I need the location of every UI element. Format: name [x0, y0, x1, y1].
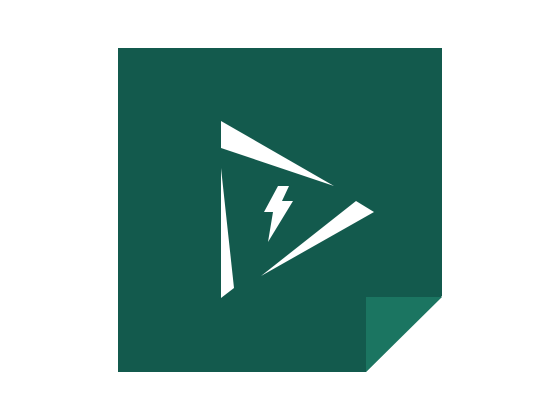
app-logo: [118, 48, 442, 372]
app-icon-canvas: [0, 0, 560, 420]
page-fold: [366, 297, 442, 372]
